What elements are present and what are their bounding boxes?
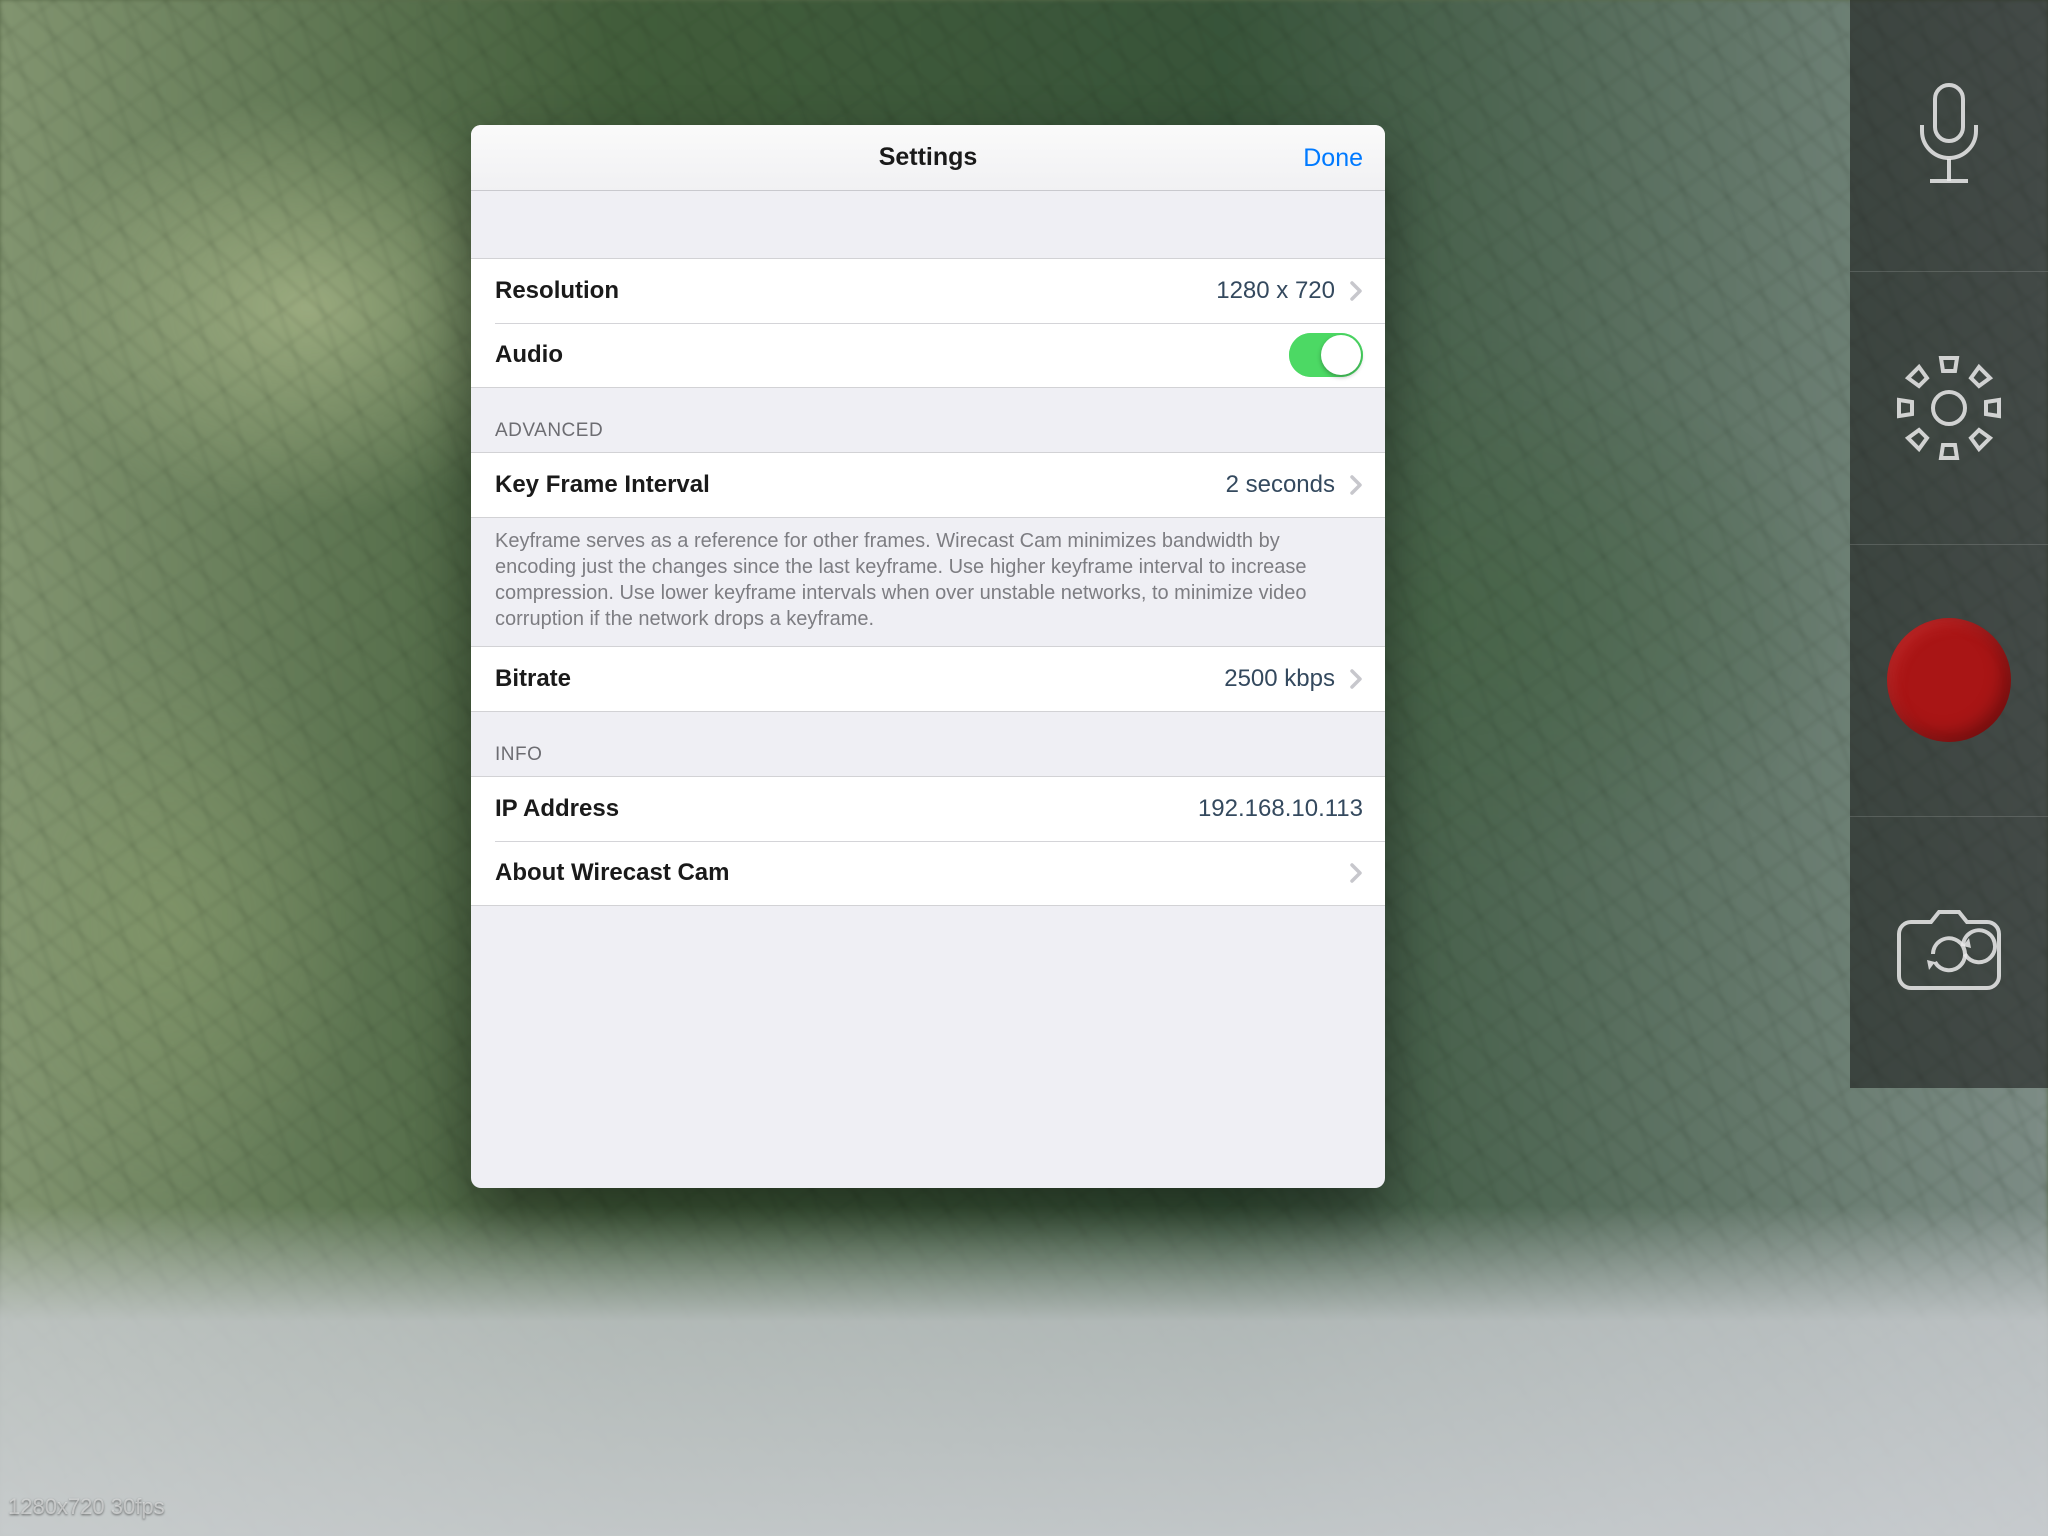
audio-toggle[interactable] bbox=[1289, 333, 1363, 377]
flip-camera-button[interactable] bbox=[1850, 817, 2048, 1088]
keyframe-label: Key Frame Interval bbox=[495, 471, 1226, 499]
ip-value: 192.168.10.113 bbox=[1198, 795, 1363, 823]
section-header-advanced: ADVANCED bbox=[471, 388, 1385, 452]
microphone-button[interactable] bbox=[1850, 0, 2048, 272]
about-row[interactable]: About Wirecast Cam bbox=[471, 841, 1385, 905]
chevron-right-icon bbox=[1349, 862, 1363, 884]
resolution-row[interactable]: Resolution 1280 x 720 bbox=[471, 259, 1385, 323]
resolution-fps-overlay: 1280x720 30fps bbox=[8, 1494, 165, 1520]
panel-title: Settings bbox=[879, 143, 978, 172]
audio-row: Audio bbox=[471, 323, 1385, 387]
bitrate-label: Bitrate bbox=[495, 665, 1224, 693]
about-label: About Wirecast Cam bbox=[495, 859, 1335, 887]
chevron-right-icon bbox=[1349, 280, 1363, 302]
keyframe-value: 2 seconds bbox=[1226, 471, 1335, 499]
record-icon bbox=[1887, 618, 2011, 742]
settings-panel: Settings Done Resolution 1280 x 720 Audi… bbox=[471, 125, 1385, 1188]
header-spacer bbox=[471, 191, 1385, 258]
camera-flip-icon bbox=[1889, 906, 2009, 998]
ip-row: IP Address 192.168.10.113 bbox=[471, 777, 1385, 841]
group-info: IP Address 192.168.10.113 About Wirecast… bbox=[471, 776, 1385, 906]
resolution-label: Resolution bbox=[495, 277, 1216, 305]
keyframe-row[interactable]: Key Frame Interval 2 seconds bbox=[471, 453, 1385, 517]
resolution-value: 1280 x 720 bbox=[1216, 277, 1335, 305]
done-button[interactable]: Done bbox=[1303, 125, 1363, 191]
settings-button[interactable] bbox=[1850, 272, 2048, 544]
bitrate-value: 2500 kbps bbox=[1224, 665, 1335, 693]
chevron-right-icon bbox=[1349, 668, 1363, 690]
gear-icon bbox=[1895, 354, 2003, 462]
audio-label: Audio bbox=[495, 341, 1289, 369]
bitrate-row[interactable]: Bitrate 2500 kbps bbox=[471, 647, 1385, 711]
camera-preview-ground bbox=[0, 1206, 2048, 1536]
right-toolbar bbox=[1850, 0, 2048, 1088]
toggle-knob bbox=[1321, 335, 1361, 375]
group-bitrate: Bitrate 2500 kbps bbox=[471, 646, 1385, 712]
ip-label: IP Address bbox=[495, 795, 1198, 823]
section-header-info: INFO bbox=[471, 712, 1385, 776]
microphone-icon bbox=[1910, 81, 1988, 191]
record-button[interactable] bbox=[1850, 545, 2048, 817]
panel-header: Settings Done bbox=[471, 125, 1385, 191]
group-basic: Resolution 1280 x 720 Audio bbox=[471, 258, 1385, 388]
keyframe-footnote: Keyframe serves as a reference for other… bbox=[471, 518, 1385, 646]
group-keyframe: Key Frame Interval 2 seconds bbox=[471, 452, 1385, 518]
chevron-right-icon bbox=[1349, 474, 1363, 496]
